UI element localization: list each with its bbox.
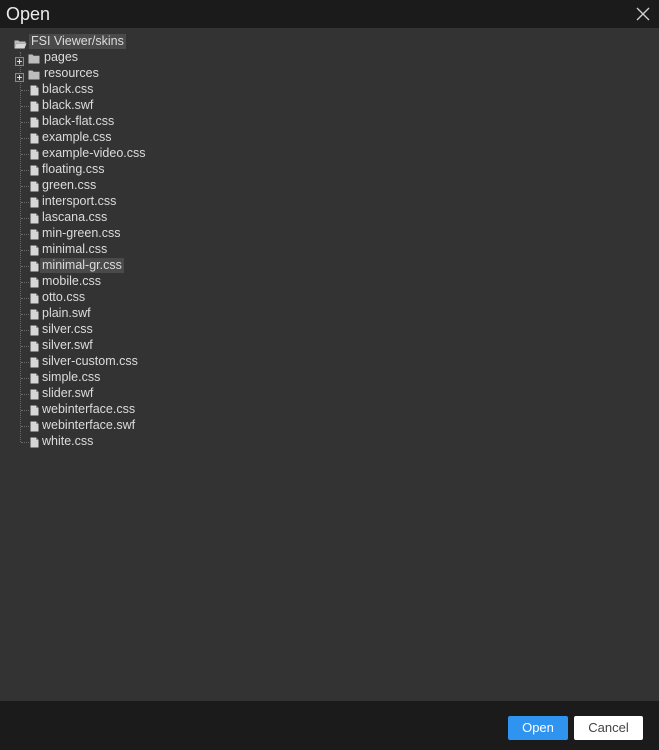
tree-file-item[interactable]: green.css	[0, 178, 200, 194]
tree-guide-connector	[21, 250, 29, 251]
tree-file-label: black.swf	[42, 98, 94, 112]
tree-file-item[interactable]: white.css	[0, 434, 200, 450]
tree-file-item[interactable]: black.swf	[0, 98, 200, 114]
tree-guide-connector	[21, 170, 29, 171]
tree-file-item[interactable]: silver.swf	[0, 338, 200, 354]
dialog-titlebar: Open	[0, 0, 659, 28]
tree-file-label: white.css	[42, 434, 94, 448]
tree-file-item[interactable]: plain.swf	[0, 306, 200, 322]
tree-file-label: webinterface.swf	[42, 418, 136, 432]
file-browser-pane[interactable]: FSI Viewer/skins pages resources black.c…	[0, 28, 659, 701]
tree-guide-connector	[21, 442, 29, 443]
tree-guide-connector	[21, 394, 29, 395]
tree-file-item[interactable]: webinterface.swf	[0, 418, 200, 434]
tree-file-label: plain.swf	[42, 306, 91, 320]
tree-guide-connector	[21, 138, 29, 139]
tree-file-label: webinterface.css	[42, 402, 136, 416]
tree-guide-connector	[21, 362, 29, 363]
tree-guide-connector	[21, 154, 29, 155]
tree-root-label: FSI Viewer/skins	[29, 34, 126, 49]
tree-guide-connector	[21, 234, 29, 235]
tree-file-item[interactable]: example-video.css	[0, 146, 200, 162]
tree-guide-connector	[21, 298, 29, 299]
tree-file-item[interactable]: black-flat.css	[0, 114, 200, 130]
dialog-title: Open	[6, 4, 51, 24]
tree-guide-connector	[21, 218, 29, 219]
tree-file-label: silver.css	[42, 322, 93, 336]
tree-file-label: min-green.css	[42, 226, 121, 240]
tree-file-item[interactable]: lascana.css	[0, 210, 200, 226]
tree-file-item[interactable]: silver-custom.css	[0, 354, 200, 370]
tree-file-label: slider.swf	[42, 386, 94, 400]
tree-file-item[interactable]: black.css	[0, 82, 200, 98]
tree-file-label: intersport.css	[42, 194, 117, 208]
cancel-button[interactable]: Cancel	[574, 716, 643, 740]
tree-file-item[interactable]: intersport.css	[0, 194, 200, 210]
tree-file-item[interactable]: example.css	[0, 130, 200, 146]
tree-file-label: green.css	[42, 178, 97, 192]
open-dialog: Open FSI Viewer/skins pages resources bl…	[0, 0, 659, 750]
tree-folder-resources[interactable]: resources	[0, 66, 200, 82]
tree-folder-label: pages	[44, 50, 79, 64]
open-button[interactable]: Open	[508, 716, 568, 740]
tree-folder-pages[interactable]: pages	[0, 50, 200, 66]
tree-guide-connector	[21, 426, 29, 427]
tree-file-item[interactable]: webinterface.css	[0, 402, 200, 418]
close-icon[interactable]	[633, 4, 653, 24]
tree-file-label: example-video.css	[42, 146, 146, 160]
tree-file-item[interactable]: slider.swf	[0, 386, 200, 402]
tree-guide-connector	[21, 378, 29, 379]
tree-file-item[interactable]: mobile.css	[0, 274, 200, 290]
tree-file-item[interactable]: otto.css	[0, 290, 200, 306]
tree-file-label: example.css	[42, 130, 112, 144]
tree-file-item[interactable]: silver.css	[0, 322, 200, 338]
tree-file-label: mobile.css	[42, 274, 102, 288]
tree-file-label: black.css	[42, 82, 94, 96]
tree-guide-connector	[21, 106, 29, 107]
tree-guide-connector	[21, 314, 29, 315]
tree-guide-connector	[21, 90, 29, 91]
tree-guide-connector	[21, 410, 29, 411]
tree-file-label: black-flat.css	[42, 114, 115, 128]
tree-file-item[interactable]: floating.css	[0, 162, 200, 178]
tree-file-item[interactable]: simple.css	[0, 370, 200, 386]
tree-file-label: floating.css	[42, 162, 105, 176]
file-icon	[30, 436, 39, 452]
tree-folder-label: resources	[44, 66, 99, 80]
tree-file-label: otto.css	[42, 290, 86, 304]
tree-file-item[interactable]: min-green.css	[0, 226, 200, 242]
tree-file-item[interactable]: minimal-gr.css	[0, 258, 200, 274]
tree-root[interactable]: FSI Viewer/skins	[0, 34, 200, 50]
tree-guide-connector	[21, 266, 29, 267]
tree-file-item[interactable]: minimal.css	[0, 242, 200, 258]
tree-file-label: minimal.css	[42, 242, 108, 256]
tree-file-label: minimal-gr.css	[40, 258, 124, 273]
tree-guide-connector	[21, 186, 29, 187]
dialog-footer: Open Cancel	[0, 701, 659, 750]
tree-guide-connector	[21, 122, 29, 123]
tree-guide-connector	[21, 282, 29, 283]
tree-file-label: lascana.css	[42, 210, 108, 224]
tree-guide-connector	[21, 330, 29, 331]
tree-file-label: simple.css	[42, 370, 101, 384]
tree-guide-connector	[21, 346, 29, 347]
tree-guide-connector	[21, 202, 29, 203]
tree-file-label: silver-custom.css	[42, 354, 138, 368]
tree-file-label: silver.swf	[42, 338, 93, 352]
